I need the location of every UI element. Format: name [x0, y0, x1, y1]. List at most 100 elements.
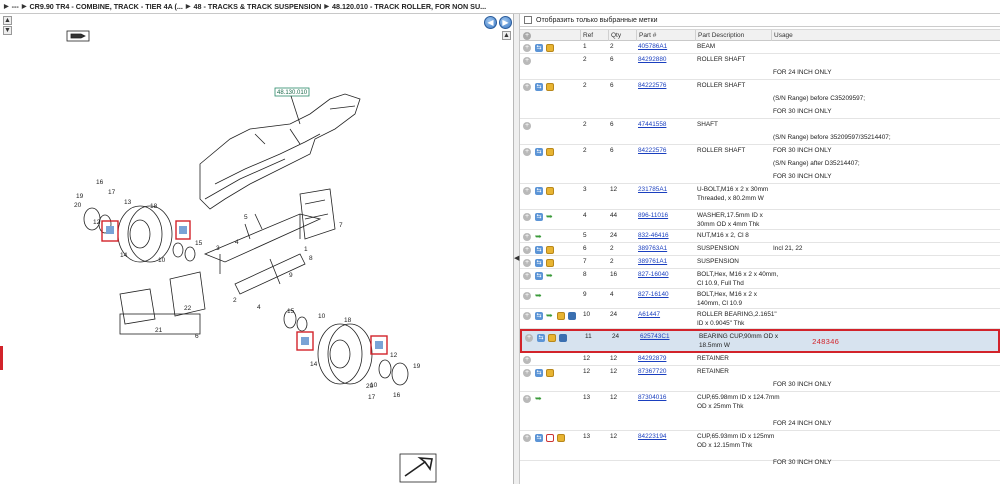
green-icon[interactable]: ➥: [535, 292, 543, 300]
table-row[interactable]: +12 12 84292879 RETAINER: [520, 353, 1000, 366]
expand-row-icon[interactable]: +: [523, 356, 531, 364]
breadcrumb-item-0[interactable]: ---: [12, 2, 19, 11]
part-number-link[interactable]: 231785A1: [638, 186, 667, 195]
part-number-link[interactable]: 405786A1: [638, 43, 667, 52]
box-icon[interactable]: [548, 334, 556, 342]
green-icon[interactable]: ➥: [546, 272, 554, 280]
table-row[interactable]: + ➥ 13 12 87304016 CUP,65.98mm ID x 124.7mm OD…: [520, 392, 1000, 431]
swap-icon[interactable]: ⇆: [535, 259, 543, 267]
swap-icon[interactable]: ⇆: [535, 312, 543, 320]
part-number-link[interactable]: 389763A1: [638, 245, 667, 254]
expand-row-icon[interactable]: +: [523, 44, 531, 52]
box-icon[interactable]: [546, 246, 554, 254]
expand-row-icon[interactable]: +: [523, 122, 531, 130]
table-row[interactable]: + ⇆ 12 12 87367720 RETAINER FOR 30 INCH ONLY: [520, 366, 1000, 392]
part-number-link[interactable]: 84292880: [638, 56, 666, 65]
breadcrumb-item-1[interactable]: CR9.90 TR4 - COMBINE, TRACK - TIER 4A (.…: [29, 2, 182, 11]
table-row[interactable]: +2 6 84292880 ROLLER SHAFT FOR 24 INCH ONLY: [520, 54, 1000, 80]
list-icon[interactable]: [546, 434, 554, 442]
green-icon[interactable]: ➥: [535, 395, 543, 403]
box-icon[interactable]: [546, 148, 554, 156]
column-qty[interactable]: Qty: [608, 30, 636, 41]
swap-icon[interactable]: ⇆: [535, 83, 543, 91]
swap-icon[interactable]: ⇆: [535, 434, 543, 442]
swap-icon[interactable]: ⇆: [537, 334, 545, 342]
swap-icon[interactable]: ⇆: [535, 44, 543, 52]
part-number-link[interactable]: 896-11016: [638, 212, 668, 221]
table-row[interactable]: + ⇆ 2 6 84222576 ROLLER SHAFT (S/N Range) befo…: [520, 80, 1000, 119]
usage-note: (S/N Range) before 35209597/35214407;: [773, 134, 891, 141]
table-row[interactable]: + ⇆ 3 12 231785A1 U-BOLT,M16 x 2 x 30mm Thread…: [520, 184, 1000, 210]
table-row[interactable]: + ➥ 5 24 832-46416 NUT,M16 x 2, Cl 8: [520, 230, 1000, 243]
globe-icon[interactable]: [559, 334, 567, 342]
box-icon[interactable]: [546, 44, 554, 52]
part-number-link[interactable]: 47441558: [638, 121, 666, 130]
breadcrumb-item-3[interactable]: 48.120.010 - TRACK ROLLER, FOR NON SU...: [332, 2, 486, 11]
box-icon[interactable]: [546, 369, 554, 377]
box-icon[interactable]: [546, 259, 554, 267]
part-number-link[interactable]: 84222576: [638, 147, 666, 156]
expand-row-icon[interactable]: +: [523, 83, 531, 91]
diagram-pane[interactable]: ▲ ▼ ◀ ▶ ▲ 48.130.010 16 17 19 20 12 13 1…: [0, 14, 514, 484]
part-number-link[interactable]: 832-46416: [638, 232, 669, 241]
part-number-link[interactable]: 827-16040: [638, 271, 669, 280]
table-row[interactable]: + ⇆ 1 2 405786A1 BEAM: [520, 41, 1000, 54]
expand-row-icon[interactable]: +: [523, 57, 531, 65]
table-row[interactable]: + ⇆ 11 24 625743C1 BEARING CUP,90mm OD x 18.5m…: [520, 329, 1000, 353]
column-part-number[interactable]: Part #: [636, 30, 696, 41]
breadcrumb-item-2[interactable]: 48 - TRACKS & TRACK SUSPENSION: [194, 2, 322, 11]
green-icon[interactable]: ➥: [546, 213, 554, 221]
table-row[interactable]: + ⇆ ➥ 8 16 827-16040 BOLT,Hex, M16 x 2 x 40mm,…: [520, 269, 1000, 289]
part-number-link[interactable]: A61447: [638, 311, 660, 320]
table-row[interactable]: + ➥ 9 4 827-16140 BOLT,Hex, M16 x 2 x 140mm, C…: [520, 289, 1000, 309]
part-number-link[interactable]: 84223194: [638, 433, 666, 442]
expand-row-icon[interactable]: +: [523, 213, 531, 221]
expand-row-icon[interactable]: +: [523, 233, 531, 241]
expand-row-icon[interactable]: +: [525, 334, 533, 342]
expand-row-icon[interactable]: +: [523, 369, 531, 377]
table-row[interactable]: + ⇆ 7 2 389761A1 SUSPENSION: [520, 256, 1000, 269]
globe-icon[interactable]: [568, 312, 576, 320]
show-selected-only-checkbox[interactable]: [524, 16, 532, 24]
green-icon[interactable]: ➥: [535, 233, 543, 241]
expand-row-icon[interactable]: +: [523, 246, 531, 254]
part-number-link[interactable]: 389761A1: [638, 258, 667, 267]
expand-row-icon[interactable]: +: [523, 272, 531, 280]
swap-icon[interactable]: ⇆: [535, 187, 543, 195]
box-icon[interactable]: [557, 434, 565, 442]
table-row[interactable]: + ⇆ 6 2 389763A1 SUSPENSION Incl 21, 22: [520, 243, 1000, 256]
diagram-ref-label[interactable]: 48.130.010: [277, 90, 308, 96]
table-row[interactable]: + ⇆ 2 6 84222576 ROLLER SHAFT (S/N Range) afte…: [520, 145, 1000, 184]
table-row[interactable]: + ⇆ 13 12 84223194 CUP,65.93mm ID x 125mm OD x…: [520, 431, 1000, 466]
table-row[interactable]: +2 6 47441558 SHAFT (S/N Range) before 35209…: [520, 119, 1000, 154]
expand-row-icon[interactable]: +: [523, 292, 531, 300]
part-number-link[interactable]: 87367720: [638, 368, 666, 377]
swap-icon[interactable]: ⇆: [535, 246, 543, 254]
swap-icon[interactable]: ⇆: [535, 369, 543, 377]
swap-icon[interactable]: ⇆: [535, 148, 543, 156]
expand-row-icon[interactable]: +: [523, 434, 531, 442]
swap-icon[interactable]: ⇆: [535, 272, 543, 280]
box-icon[interactable]: [557, 312, 565, 320]
swap-icon[interactable]: ⇆: [535, 213, 543, 221]
splitter-arrow-icon[interactable]: ◀: [514, 254, 519, 262]
expand-row-icon[interactable]: +: [523, 259, 531, 267]
expand-row-icon[interactable]: +: [523, 187, 531, 195]
expand-row-icon[interactable]: +: [523, 312, 531, 320]
expand-all-icon[interactable]: +: [523, 32, 531, 40]
part-number-link[interactable]: 84222576: [638, 82, 666, 91]
column-usage[interactable]: Usage: [771, 30, 1000, 41]
part-number-link[interactable]: 84292879: [638, 355, 666, 364]
part-number-link[interactable]: 625743C1: [640, 333, 670, 342]
expand-row-icon[interactable]: +: [523, 395, 531, 403]
table-row[interactable]: + ⇆ ➥ 4 44 896-11016 WASHER,17.5mm ID x 30mm OD…: [520, 210, 1000, 230]
column-part-description[interactable]: Part Description: [695, 30, 773, 41]
part-number-link[interactable]: 827-16140: [638, 291, 669, 300]
box-icon[interactable]: [546, 83, 554, 91]
box-icon[interactable]: [546, 187, 554, 195]
table-row[interactable]: + ⇆ ➥ 10 24 A61447 ROLLER BEARING,2.1651" ID x …: [520, 309, 1000, 329]
column-ref[interactable]: Ref: [580, 30, 610, 41]
expand-row-icon[interactable]: +: [523, 148, 531, 156]
part-number-link[interactable]: 87304016: [638, 394, 666, 403]
green-icon[interactable]: ➥: [546, 312, 554, 320]
